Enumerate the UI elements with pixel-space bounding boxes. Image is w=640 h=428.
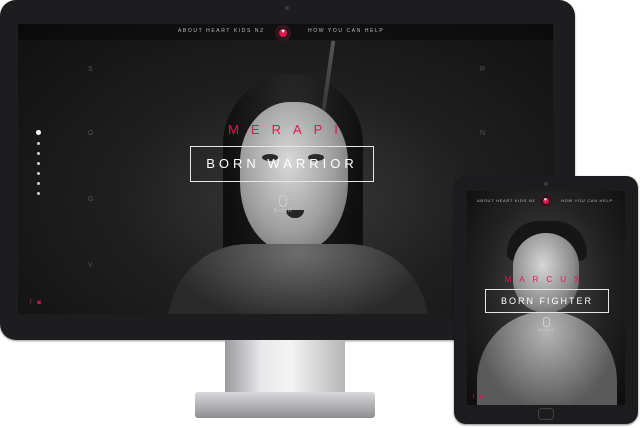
- slide-dot-active[interactable]: [36, 130, 41, 135]
- tablet-nav-help-link[interactable]: HOW YOU CAN HELP: [561, 198, 613, 203]
- tablet-device: ABOUT HEART KIDS NZ ♥ HOW YOU CAN HELP M…: [454, 176, 638, 424]
- slide-dot[interactable]: [37, 142, 40, 145]
- top-nav: ABOUT HEART KIDS NZ ♥ HOW YOU CAN HELP: [18, 24, 553, 40]
- portrait-body: [168, 244, 428, 314]
- scroll-label[interactable]: Scroll: [274, 208, 293, 214]
- monitor-camera: [285, 6, 289, 10]
- slide-dot[interactable]: [37, 162, 40, 165]
- side-letter: O: [88, 130, 95, 137]
- tablet-nav-about-link[interactable]: ABOUT HEART KIDS NZ: [477, 198, 535, 203]
- nav-about-link[interactable]: ABOUT HEART KIDS NZ: [178, 28, 265, 34]
- slide-dot[interactable]: [37, 172, 40, 175]
- tablet-home-button[interactable]: [538, 408, 554, 420]
- side-letter: G: [88, 196, 95, 203]
- tablet-hero-tagline-box: BORN FIGHTER: [485, 289, 609, 313]
- side-letter: N: [480, 130, 487, 137]
- tablet-camera: [544, 182, 548, 186]
- slide-dot[interactable]: [37, 192, 40, 195]
- side-letter: R: [480, 66, 487, 73]
- tablet-scroll-mouse-icon[interactable]: [543, 317, 550, 327]
- monitor-stand-neck: [225, 340, 345, 398]
- tablet-hero-name: MARCUS: [504, 275, 588, 284]
- nav-help-link[interactable]: HOW YOU CAN HELP: [308, 28, 384, 34]
- tablet-heart-logo[interactable]: ♥: [541, 196, 550, 205]
- hero-name: MERAPI: [228, 122, 350, 137]
- tablet-social-icons[interactable]: f ◙: [473, 394, 485, 400]
- tablet-scroll-label[interactable]: Scroll: [538, 327, 554, 332]
- heart-icon: ♥: [544, 197, 547, 203]
- hero-tagline-box: BORN WARRIOR: [190, 146, 374, 182]
- heart-logo[interactable]: ♥: [277, 27, 289, 39]
- monitor-stand-base: [195, 392, 375, 418]
- scroll-mouse-icon[interactable]: [279, 195, 287, 207]
- slide-dot[interactable]: [37, 152, 40, 155]
- side-letter: V: [88, 262, 94, 269]
- slide-dot[interactable]: [37, 182, 40, 185]
- heart-icon: ♥: [281, 29, 285, 35]
- tablet-screen: ABOUT HEART KIDS NZ ♥ HOW YOU CAN HELP M…: [467, 191, 625, 405]
- side-letter: S: [88, 66, 94, 73]
- social-icons[interactable]: f ◙: [30, 300, 43, 306]
